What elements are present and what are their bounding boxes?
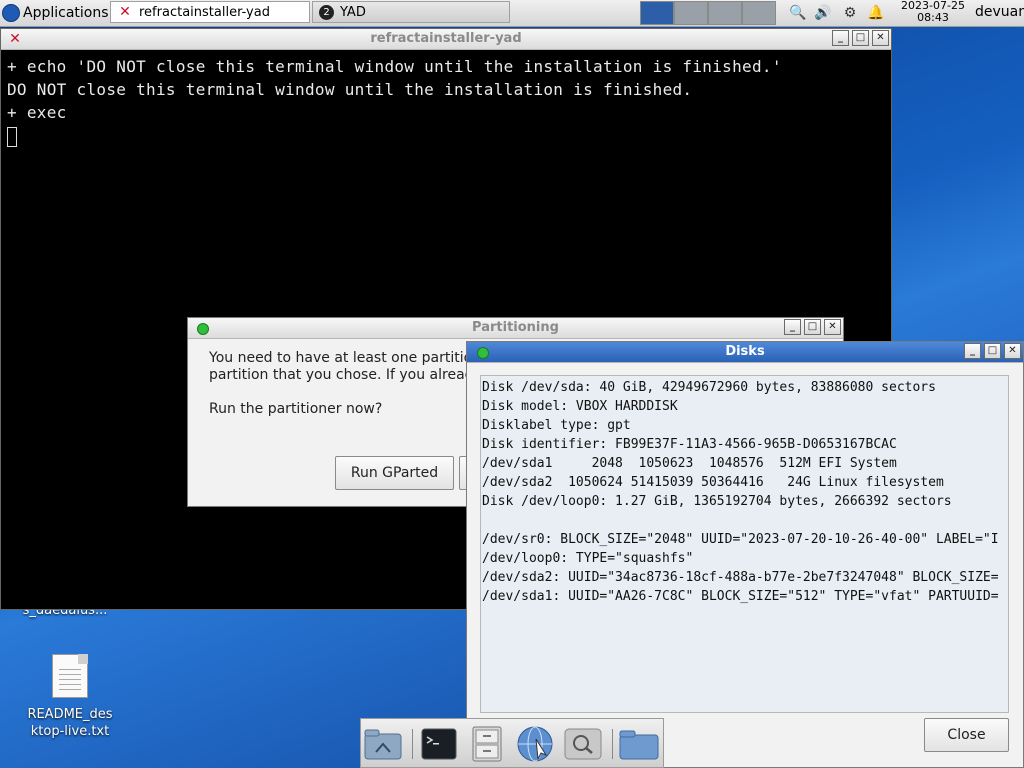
x-terminal-icon: ✕ [9,31,21,47]
applications-icon [2,4,20,22]
close-button[interactable]: ✕ [872,30,889,46]
terminal-line: + exec [7,103,67,122]
disks-line: /dev/sda1: UUID="AA26-7C8C" BLOCK_SIZE="… [482,589,999,604]
taskbar-item-refractainstaller[interactable]: ✕ refractainstaller-yad [110,1,310,23]
disks-line: /dev/sda2 1050624 51415039 50364416 24G … [482,475,944,490]
workspace-2[interactable] [674,1,708,25]
yad-icon [477,347,489,359]
taskbar-item-label: YAD [340,4,366,20]
disks-line [482,511,1008,530]
disks-titlebar[interactable]: Disks _ □ ✕ [467,342,1023,363]
dock [360,718,664,768]
web-browser-icon[interactable] [515,725,555,763]
terminal-line: DO NOT close this terminal window until … [7,80,693,99]
readme-label-line1: README_des [27,707,113,722]
x-terminal-icon: ✕ [119,4,131,20]
user-name[interactable]: devuan [975,4,1024,20]
terminal-titlebar[interactable]: ✕ refractainstaller-yad _ □ ✕ [1,29,891,50]
partitioning-text-line2: partition that you chose. If you already [209,367,482,383]
clock-time: 08:43 [917,11,949,24]
disks-output[interactable]: Disk /dev/sda: 40 GiB, 42949672960 bytes… [480,375,1009,713]
workspace-3[interactable] [708,1,742,25]
terminal-title: refractainstaller-yad [370,31,522,46]
volume-icon[interactable]: 🔊 [814,4,832,22]
close-dialog-button[interactable]: Close [924,718,1009,752]
window-count-badge: 2 [319,4,334,20]
workspace-4[interactable] [742,1,776,25]
disks-line: Disk /dev/sda: 40 GiB, 42949672960 bytes… [482,380,936,395]
disks-line: /dev/loop0: TYPE="squashfs" [482,551,694,566]
disks-line: Disk model: VBOX HARDDISK [482,399,678,414]
terminal-cursor [7,126,17,147]
disks-line: /dev/sda1 2048 1050623 1048576 512M EFI … [482,456,897,471]
disks-title: Disks [725,344,765,359]
applications-menu[interactable]: Applications ☰ [2,3,124,23]
search-icon[interactable]: 🔍 [789,4,807,22]
close-button[interactable]: ✕ [824,319,841,335]
folder-icon[interactable] [619,725,659,763]
partitioning-text-line1: You need to have at least one partition [209,350,482,366]
maximize-button[interactable]: □ [852,30,869,46]
workspace-1[interactable] [640,1,674,25]
partitioning-title: Partitioning [472,320,559,335]
top-panel: Applications ☰ ✕ refractainstaller-yad 2… [0,0,1024,27]
taskbar-item-label: refractainstaller-yad [139,4,270,20]
applications-label: Applications [23,5,109,21]
partitioning-titlebar[interactable]: Partitioning _ □ ✕ [188,318,843,339]
partitioning-message: You need to have at least one partition … [209,350,482,418]
network-icon[interactable]: ⚙ [841,4,859,22]
disks-line: /dev/sr0: BLOCK_SIZE="2048" UUID="2023-0… [482,532,999,547]
taskbar-item-yad[interactable]: 2 YAD [312,1,510,23]
notification-bell-icon[interactable]: 🔔 [867,4,885,22]
minimize-button[interactable]: _ [784,319,801,335]
search-app-icon[interactable] [563,725,603,763]
disks-line: Disk /dev/loop0: 1.27 GiB, 1365192704 by… [482,494,952,509]
minimize-button[interactable]: _ [964,343,981,359]
disks-dialog[interactable]: Disks _ □ ✕ Disk /dev/sda: 40 GiB, 42949… [466,341,1024,768]
terminal-icon[interactable] [419,725,459,763]
readme-file-label[interactable]: README_des ktop-live.txt [15,706,125,740]
disks-line: Disk identifier: FB99E37F-11A3-4566-965B… [482,437,897,452]
text-file-icon[interactable] [52,654,88,698]
clock[interactable]: 2023-07-25 08:43 [898,0,968,24]
maximize-button[interactable]: □ [984,343,1001,359]
file-cabinet-icon[interactable] [467,725,507,763]
readme-label-line2: ktop-live.txt [30,724,110,739]
maximize-button[interactable]: □ [804,319,821,335]
terminal-output[interactable]: + echo 'DO NOT close this terminal windo… [7,55,887,147]
close-button[interactable]: ✕ [1004,343,1021,359]
home-folder-icon[interactable] [363,725,403,763]
disks-line: Disklabel type: gpt [482,418,631,433]
yad-icon [197,323,209,335]
disks-line: /dev/sda2: UUID="34ac8736-18cf-488a-b77e… [482,570,999,585]
minimize-button[interactable]: _ [832,30,849,46]
terminal-line: + echo 'DO NOT close this terminal windo… [7,57,782,76]
run-gparted-button[interactable]: Run GParted [335,456,454,490]
partitioning-question: Run the partitioner now? [209,401,383,417]
